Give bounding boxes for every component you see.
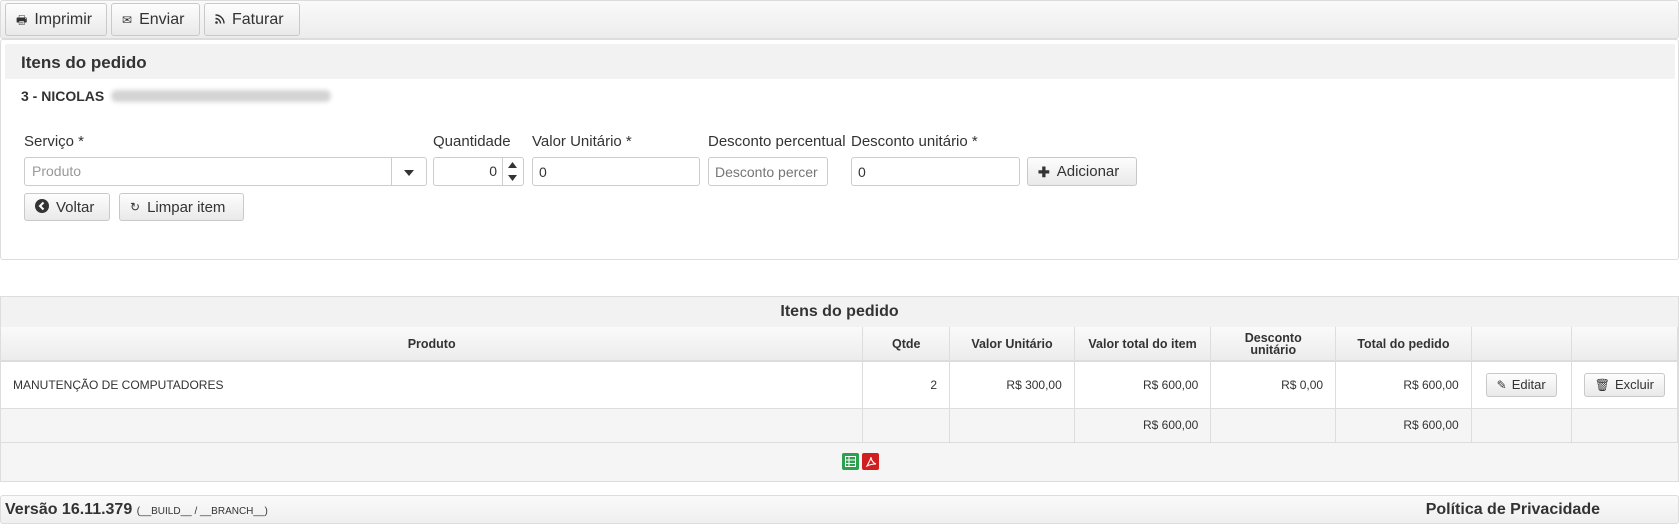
header-unit-value: Valor Unitário bbox=[949, 327, 1075, 362]
send-label: Enviar bbox=[139, 10, 185, 28]
header-unit-discount: Desconto unitário bbox=[1210, 327, 1337, 362]
edit-label: Editar bbox=[1511, 377, 1546, 393]
totals-product bbox=[1, 408, 864, 443]
arrow-left-circle-icon bbox=[35, 199, 49, 215]
rss-icon bbox=[215, 13, 225, 26]
dropdown-toggle[interactable] bbox=[391, 158, 426, 185]
totals-qty bbox=[862, 408, 951, 443]
footer: Versão 16.11.379 (__BUILD__ / __BRANCH__… bbox=[0, 495, 1679, 524]
back-button[interactable]: Voltar bbox=[24, 193, 110, 221]
stepper-buttons bbox=[502, 158, 523, 185]
table-title: Itens do pedido bbox=[1, 297, 1678, 328]
cell-product: MANUTENÇÃO DE COMPUTADORES bbox=[1, 361, 864, 409]
print-label: Imprimir bbox=[34, 10, 93, 28]
privacy-policy-link[interactable]: Política de Privacidade bbox=[1426, 501, 1600, 519]
add-label: Adicionar bbox=[1056, 163, 1120, 180]
invoice-label: Faturar bbox=[232, 10, 284, 28]
cell-unit-discount: R$ 0,00 bbox=[1210, 361, 1337, 409]
version-text: Versão 16.11.379 (__BUILD__ / __BRANCH__… bbox=[5, 501, 268, 519]
cell-qty: 2 bbox=[862, 361, 951, 409]
table-header-row: Produto Qtde Valor Unitário Valor total … bbox=[1, 327, 1679, 362]
back-label: Voltar bbox=[56, 198, 95, 216]
table-row: MANUTENÇÃO DE COMPUTADORES 2 R$ 300,00 R… bbox=[1, 361, 1679, 409]
totals-delete bbox=[1571, 408, 1679, 443]
service-placeholder: Produto bbox=[32, 163, 82, 179]
version-number: Versão 16.11.379 bbox=[5, 501, 133, 518]
totals-edit bbox=[1471, 408, 1572, 443]
percent-discount-label: Desconto percentual bbox=[708, 133, 846, 150]
toolbar: 🖶 Imprimir ✉ Enviar Faturar bbox=[0, 0, 1679, 39]
cell-unit-value: R$ 300,00 bbox=[949, 361, 1075, 409]
cell-item-total: R$ 600,00 bbox=[1074, 361, 1212, 409]
form-title: Itens do pedido bbox=[21, 53, 147, 72]
export-bar bbox=[1, 443, 1678, 481]
cell-delete: 🗑 Excluir bbox=[1571, 361, 1679, 409]
pdf-icon[interactable] bbox=[862, 453, 879, 470]
header-edit bbox=[1471, 327, 1572, 362]
table-totals-row: R$ 600,00 R$ 600,00 bbox=[1, 408, 1679, 443]
order-items-table: Produto Qtde Valor Unitário Valor total … bbox=[1, 327, 1679, 443]
undo-icon: ↻ bbox=[130, 200, 141, 214]
header-delete bbox=[1571, 327, 1679, 362]
unit-value-label: Valor Unitário * bbox=[532, 133, 632, 150]
printer-icon: 🖶 bbox=[16, 12, 28, 27]
cell-order-total: R$ 600,00 bbox=[1335, 361, 1472, 409]
header-qty: Qtde bbox=[862, 327, 951, 362]
client-name: 3 - NICOLAS bbox=[21, 88, 105, 104]
header-product: Produto bbox=[1, 327, 864, 362]
unit-discount-label: Desconto unitário * bbox=[851, 133, 978, 150]
clear-item-label: Limpar item bbox=[147, 198, 226, 216]
header-order-total: Total do pedido bbox=[1335, 327, 1472, 362]
unit-value-field[interactable] bbox=[532, 157, 700, 186]
service-select[interactable]: Produto bbox=[24, 157, 427, 186]
delete-button[interactable]: 🗑 Excluir bbox=[1583, 372, 1665, 397]
increment-icon[interactable] bbox=[508, 162, 517, 168]
cell-edit: ✎ Editar bbox=[1471, 361, 1572, 409]
service-label: Serviço * bbox=[24, 133, 85, 150]
pencil-icon: ✎ bbox=[1496, 377, 1507, 392]
decrement-icon[interactable] bbox=[508, 175, 517, 181]
clear-item-button[interactable]: ↻ Limpar item bbox=[119, 193, 244, 221]
quantity-label: Quantidade bbox=[433, 133, 511, 150]
quantity-stepper[interactable]: 0 bbox=[433, 157, 524, 186]
totals-unit-value bbox=[949, 408, 1075, 443]
unit-discount-field[interactable] bbox=[851, 157, 1020, 186]
delete-label: Excluir bbox=[1614, 377, 1654, 393]
plus-icon: ✚ bbox=[1038, 163, 1050, 180]
print-button[interactable]: 🖶 Imprimir bbox=[5, 3, 107, 36]
order-items-form-panel: Itens do pedido 3 - NICOLAS Serviço * Qu… bbox=[0, 39, 1679, 260]
caret-down-icon bbox=[404, 170, 414, 176]
form-header: Itens do pedido bbox=[5, 44, 1675, 79]
totals-order-total: R$ 600,00 bbox=[1335, 408, 1472, 443]
totals-item-total: R$ 600,00 bbox=[1074, 408, 1212, 443]
build-info: (__BUILD__ / __BRANCH__) bbox=[136, 506, 268, 517]
envelope-icon: ✉ bbox=[122, 12, 133, 27]
invoice-button[interactable]: Faturar bbox=[204, 3, 300, 36]
trash-icon: 🗑 bbox=[1594, 377, 1610, 392]
spreadsheet-icon[interactable] bbox=[842, 453, 859, 470]
send-button[interactable]: ✉ Enviar bbox=[111, 3, 200, 36]
order-items-table-panel: Itens do pedido Produto Qtde Valor Unitá… bbox=[0, 296, 1679, 482]
percent-discount-field[interactable] bbox=[708, 157, 828, 186]
header-unit-discount-line2: unitário bbox=[1250, 342, 1297, 357]
quantity-value: 0 bbox=[489, 163, 497, 179]
header-item-total: Valor total do item bbox=[1074, 327, 1212, 362]
edit-button[interactable]: ✎ Editar bbox=[1485, 372, 1557, 397]
totals-unit-discount bbox=[1210, 408, 1337, 443]
client-details-redacted bbox=[111, 90, 331, 102]
add-button[interactable]: ✚ Adicionar bbox=[1027, 157, 1137, 186]
